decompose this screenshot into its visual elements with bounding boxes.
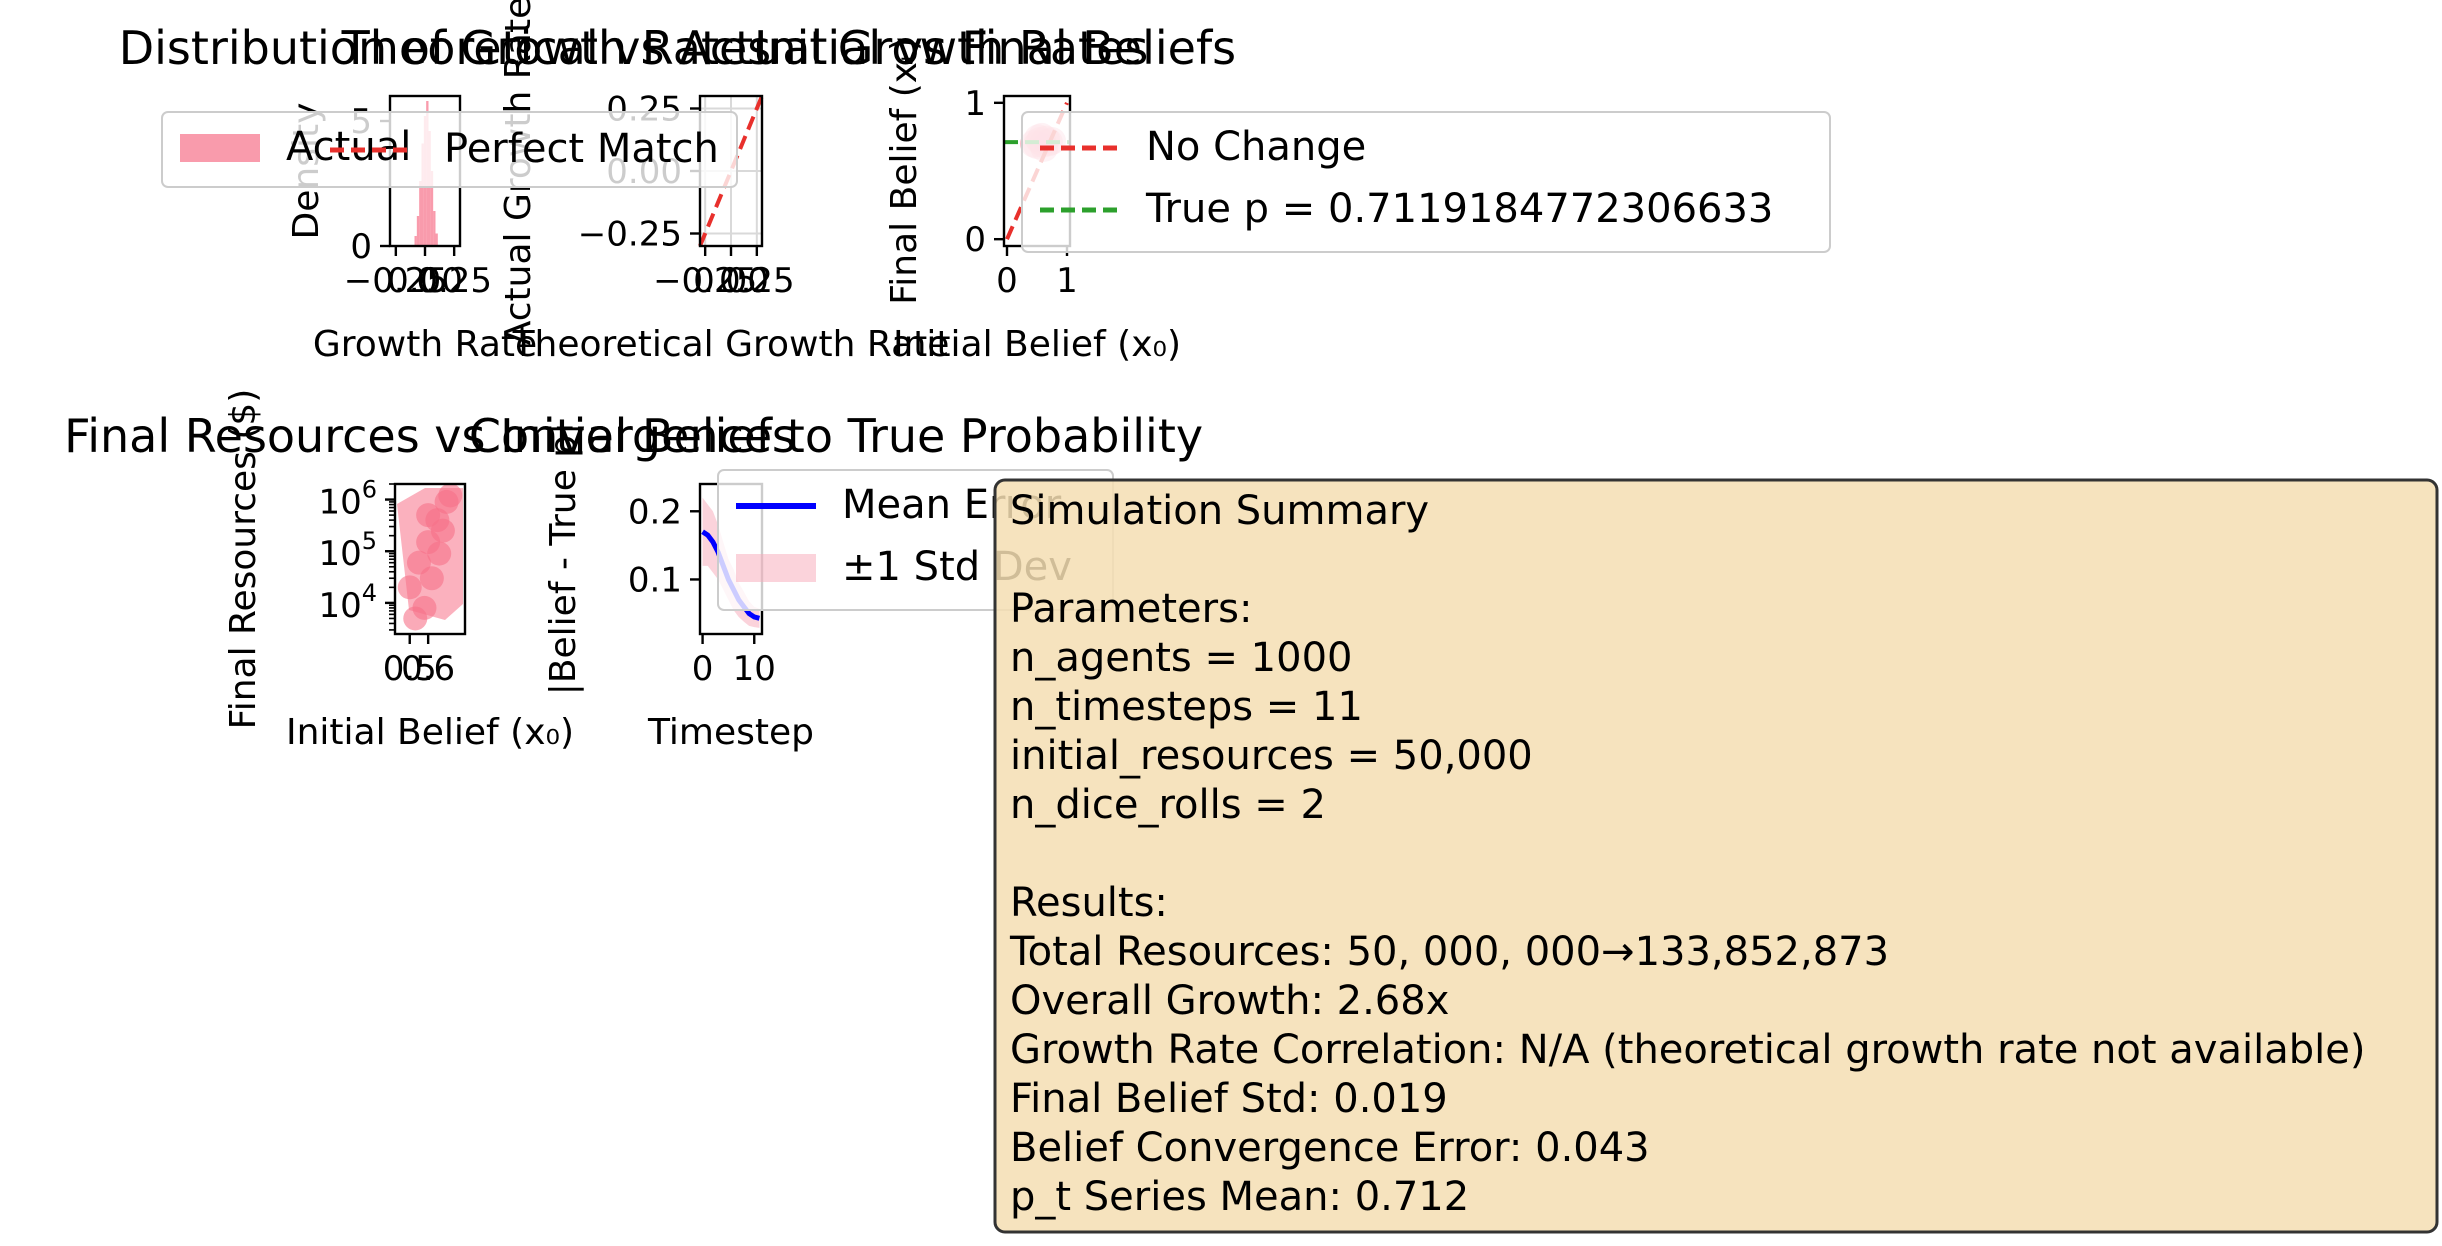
resource-point bbox=[438, 483, 463, 508]
resource-point bbox=[403, 606, 428, 631]
x-axis-label: Initial Belief (x₀) bbox=[286, 712, 574, 753]
legend-label: True p = 0.7119184772306633 bbox=[1145, 186, 1773, 232]
legend-label: Perfect Match bbox=[444, 126, 719, 172]
x-axis-label: Initial Belief (x₀) bbox=[893, 324, 1181, 365]
y-axis-label: Final Resources ($) bbox=[223, 389, 264, 730]
y-tick-label: 0 bbox=[350, 227, 372, 267]
legend-swatch bbox=[736, 554, 816, 582]
legend-label: No Change bbox=[1146, 124, 1366, 170]
summary-line: n_dice_rolls = 2 bbox=[1010, 782, 1326, 828]
summary-line: initial_resources = 50,000 bbox=[1010, 733, 1533, 779]
x-axis-label: Theoretical Growth Rate bbox=[512, 324, 950, 365]
summary-line: Parameters: bbox=[1010, 586, 1252, 632]
chart-title: Initial vs Final Beliefs bbox=[754, 21, 1236, 75]
legend-label: Actual bbox=[286, 124, 411, 170]
histogram-bar bbox=[414, 236, 417, 246]
summary-line: Total Resources: 50, 000, 000→133,852,87… bbox=[1009, 929, 1889, 975]
summary-line: n_timesteps = 11 bbox=[1010, 684, 1363, 730]
histogram-bar bbox=[419, 181, 422, 246]
resource-point bbox=[397, 575, 422, 600]
x-tick-label: 0 bbox=[996, 261, 1018, 301]
y-tick-label: 104 bbox=[318, 579, 377, 626]
y-tick-label: −0.25 bbox=[578, 215, 682, 255]
y-tick-label: 105 bbox=[318, 527, 377, 574]
y-tick-label: 0.2 bbox=[628, 492, 682, 532]
x-tick-label: 0.25 bbox=[416, 261, 492, 301]
summary-line: Belief Convergence Error: 0.043 bbox=[1010, 1125, 1650, 1171]
summary-line: Overall Growth: 2.68x bbox=[1010, 978, 1449, 1024]
summary-title: Simulation Summary bbox=[1010, 488, 1429, 534]
summary-line: Final Belief Std: 0.019 bbox=[1010, 1076, 1448, 1122]
summary-line: n_agents = 1000 bbox=[1010, 635, 1352, 681]
summary-line: p_t Series Mean: 0.712 bbox=[1010, 1174, 1469, 1220]
resource-point bbox=[416, 503, 441, 528]
histogram-bar bbox=[416, 216, 420, 246]
y-tick-label: 0.1 bbox=[628, 560, 682, 600]
x-tick-label: 10 bbox=[733, 649, 776, 689]
x-axis-label: Timestep bbox=[647, 712, 814, 753]
y-axis-label: Final Belief (xₜ) bbox=[884, 37, 925, 305]
summary-line: Growth Rate Correlation: N/A (theoretica… bbox=[1010, 1027, 2365, 1073]
legend-swatch bbox=[180, 134, 260, 162]
x-tick-label: 0.6 bbox=[401, 649, 455, 689]
y-tick-label: 0 bbox=[964, 220, 986, 260]
histogram-bar bbox=[433, 211, 436, 246]
x-tick-label: 0 bbox=[692, 649, 714, 689]
figure: −0.250.000.2505Distribution of Growth Ra… bbox=[64, 0, 2439, 1234]
histogram-bar bbox=[435, 233, 438, 246]
y-axis-label: |Belief - True p| bbox=[543, 423, 584, 696]
x-tick-label: 1 bbox=[1056, 261, 1078, 301]
x-tick-label: 0.25 bbox=[719, 261, 795, 301]
resource-point bbox=[419, 566, 444, 591]
resource-point bbox=[427, 541, 452, 566]
y-tick-label: 106 bbox=[318, 476, 377, 523]
summary-line: Results: bbox=[1010, 880, 1168, 926]
y-tick-label: 1 bbox=[964, 84, 986, 124]
